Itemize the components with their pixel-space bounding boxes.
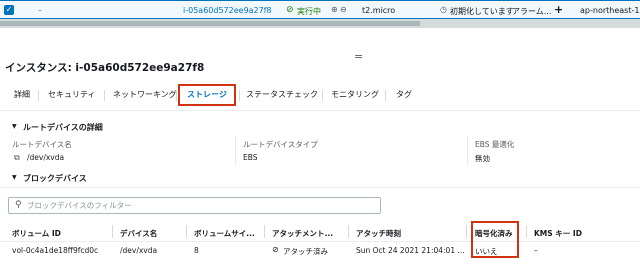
- ebs-optimized-label: EBS 最適化: [475, 140, 515, 149]
- attachment-status-cell: アタッチ済み: [283, 247, 328, 256]
- divider: [0, 241, 640, 242]
- root-device-heading[interactable]: ルートデバイスの詳細: [23, 122, 103, 133]
- search-icon: ⚲: [15, 200, 22, 210]
- tab-divider: [239, 90, 240, 101]
- root-device-type-label: ルートデバイスタイプ: [243, 140, 318, 149]
- tab-status-checks[interactable]: ステータスチェック: [246, 84, 318, 106]
- instance-id-link[interactable]: i-05a60d572ee9a27f8: [183, 6, 272, 15]
- tab-networking[interactable]: ネットワーキング: [113, 84, 177, 106]
- column-header-attachment-status[interactable]: アタッチメント...: [272, 228, 333, 239]
- column-header-attach-time[interactable]: アタッチ時刻: [356, 228, 401, 239]
- column-resizer[interactable]: [186, 225, 187, 238]
- column-resizer[interactable]: [466, 225, 467, 238]
- root-device-type-value: EBS: [243, 153, 258, 162]
- root-device-name-value: /dev/xvda: [27, 153, 65, 162]
- zoom-out-icon[interactable]: ⊖: [340, 5, 347, 14]
- storage-tab-highlight: [178, 84, 236, 106]
- clock-icon: ◷: [440, 5, 447, 14]
- block-devices-heading[interactable]: ブロックデバイス: [23, 173, 87, 184]
- copy-icon[interactable]: ⧉: [14, 153, 20, 163]
- attach-time-cell: Sun Oct 24 2021 21:04:01 ...: [356, 246, 465, 255]
- row-checkbox[interactable]: ✓: [4, 5, 14, 15]
- tab-details[interactable]: 詳細: [14, 84, 30, 106]
- tab-divider: [322, 90, 323, 101]
- volume-size-cell: 8: [194, 246, 199, 255]
- root-device-name-label: ルートデバイス名: [12, 140, 72, 149]
- tab-security[interactable]: セキュリティ: [48, 84, 96, 106]
- caret-down-icon[interactable]: ▼: [12, 174, 17, 181]
- encrypted-column-highlight: [471, 221, 519, 258]
- column-resizer[interactable]: [348, 225, 349, 238]
- divider: [0, 187, 640, 188]
- zoom-in-icon[interactable]: ⊕: [331, 5, 338, 14]
- check-circle-icon: ⊘: [272, 245, 279, 254]
- ebs-optimized-value: 無効: [475, 154, 490, 163]
- column-header-device-name[interactable]: デバイス名: [120, 228, 157, 239]
- device-name-cell: /dev/xvda: [120, 246, 158, 255]
- horizontal-scrollbar[interactable]: [0, 19, 640, 28]
- tab-tags[interactable]: タグ: [396, 84, 412, 106]
- scrollbar-thumb[interactable]: [0, 21, 420, 26]
- tab-divider: [38, 90, 39, 101]
- add-alarm-button[interactable]: +: [554, 3, 563, 16]
- check-circle-icon: ⊘: [286, 5, 294, 15]
- column-header-volume-size[interactable]: ボリュームサイ...: [194, 228, 255, 239]
- instance-name-cell: –: [38, 6, 42, 15]
- tab-monitoring[interactable]: モニタリング: [331, 84, 379, 106]
- instance-type: t2.micro: [362, 6, 396, 15]
- drag-handle[interactable]: =: [354, 50, 363, 63]
- instance-state: 実行中: [297, 7, 321, 16]
- tab-bar: 詳細 セキュリティ ネットワーキング ストレージ ステータスチェック モニタリン…: [0, 84, 640, 106]
- column-resizer[interactable]: [526, 225, 527, 238]
- tab-divider: [176, 90, 177, 101]
- column-divider: [235, 136, 236, 166]
- column-header-kms-key-id[interactable]: KMS キー ID: [534, 228, 582, 239]
- block-device-filter-input[interactable]: [27, 199, 367, 212]
- column-divider: [467, 136, 468, 166]
- tab-divider: [385, 90, 386, 101]
- instance-table-row[interactable]: ✓ – i-05a60d572ee9a27f8 ⊘ 実行中 ⊕ ⊖ t2.mic…: [0, 0, 640, 19]
- column-header-volume-id[interactable]: ボリューム ID: [12, 228, 61, 239]
- status-check: 初期化しています: [450, 7, 514, 16]
- tab-divider: [104, 90, 105, 101]
- alarm-status: アラーム...: [512, 7, 552, 16]
- filter-box: ⚲: [8, 197, 381, 214]
- divider: [0, 110, 640, 111]
- page-title: インスタンス: i-05a60d572ee9a27f8: [5, 62, 205, 74]
- column-resizer[interactable]: [112, 225, 113, 238]
- kms-key-id-cell: –: [534, 246, 538, 255]
- volume-id-link[interactable]: vol-0c4a1de18ff9fcd0c: [12, 246, 98, 255]
- availability-zone: ap-northeast-1a: [580, 6, 640, 15]
- column-resizer[interactable]: [264, 225, 265, 238]
- caret-down-icon[interactable]: ▼: [12, 123, 17, 130]
